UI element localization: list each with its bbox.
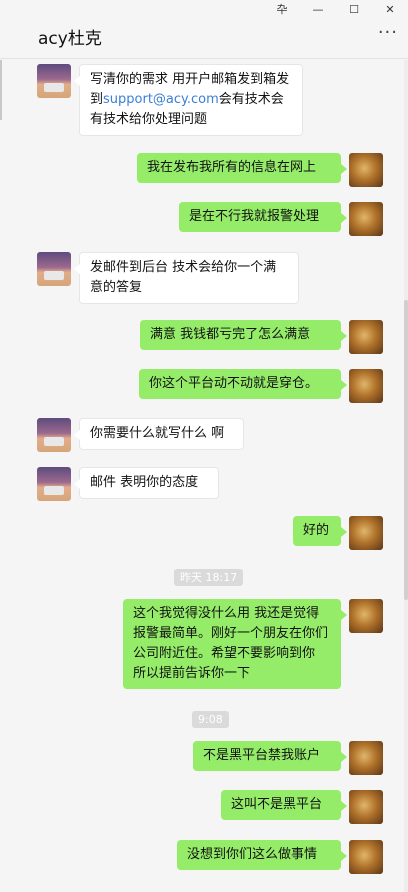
- message-bubble-outgoing[interactable]: 是在不行我就报警处理: [179, 202, 347, 232]
- message-text: 没想到你们这么做事情: [187, 847, 318, 862]
- message-text: 不是黑平台禁我账户: [203, 748, 321, 763]
- self-avatar[interactable]: [349, 840, 383, 874]
- minimize-icon[interactable]: —: [300, 0, 336, 20]
- message-bubble-incoming[interactable]: 你需要什么就写什么 啊: [74, 418, 244, 450]
- peer-avatar[interactable]: [37, 252, 71, 286]
- message-text: 这个我觉得没什么用 我还是觉得报警最简单。刚好一个朋友在你们公司附近住。希望不要…: [133, 606, 329, 681]
- message-text: 是在不行我就报警处理: [189, 209, 320, 224]
- message-text: 发邮件到后台 技术会给你一个满意的答复: [90, 260, 277, 295]
- self-avatar[interactable]: [349, 741, 383, 775]
- message-bubble-outgoing[interactable]: 好的: [293, 516, 347, 546]
- peer-avatar[interactable]: [37, 64, 71, 98]
- self-avatar[interactable]: [349, 153, 383, 187]
- more-options-icon[interactable]: ···: [378, 22, 398, 43]
- message-text: 满意 我钱都亏完了怎么满意: [150, 327, 311, 342]
- van-picture: [44, 437, 64, 446]
- message-bubble-outgoing[interactable]: 这叫不是黑平台: [221, 790, 347, 820]
- van-picture: [44, 83, 64, 92]
- message-bubble-outgoing[interactable]: 不是黑平台禁我账户: [193, 741, 347, 771]
- self-avatar[interactable]: [349, 202, 383, 236]
- pin-icon[interactable]: 卆: [264, 0, 300, 20]
- message-bubble-outgoing[interactable]: 我在发布我所有的信息在网上: [137, 153, 347, 183]
- peer-avatar[interactable]: [37, 418, 71, 452]
- peer-avatar[interactable]: [37, 467, 71, 501]
- maximize-icon[interactable]: ☐: [336, 0, 372, 20]
- message-text: 这叫不是黑平台: [231, 797, 323, 812]
- timestamp: 9:08: [192, 711, 229, 728]
- message-text: 你这个平台动不动就是穿仓。: [149, 376, 319, 391]
- message-text: 邮件 表明你的态度: [90, 475, 199, 490]
- self-avatar[interactable]: [349, 369, 383, 403]
- self-avatar[interactable]: [349, 516, 383, 550]
- email-link[interactable]: support@acy.com: [103, 92, 219, 107]
- self-avatar[interactable]: [349, 320, 383, 354]
- message-bubble-outgoing[interactable]: 你这个平台动不动就是穿仓。: [139, 369, 347, 399]
- message-bubble-outgoing[interactable]: 满意 我钱都亏完了怎么满意: [140, 320, 347, 350]
- chat-title: acy杜克: [38, 29, 102, 49]
- message-bubble-incoming[interactable]: 写清你的需求 用开户邮箱发到箱发到support@acy.com会有技术会有技术…: [74, 64, 303, 136]
- self-avatar[interactable]: [349, 599, 383, 633]
- close-icon[interactable]: ✕: [372, 0, 408, 20]
- message-text: 我在发布我所有的信息在网上: [147, 160, 317, 175]
- van-picture: [44, 271, 64, 280]
- scrollbar-thumb[interactable]: [404, 300, 408, 600]
- left-edge-bar: [0, 60, 2, 120]
- window-controls: 卆 — ☐ ✕: [264, 0, 408, 20]
- self-avatar[interactable]: [349, 790, 383, 824]
- message-text: 好的: [303, 523, 330, 538]
- chat-header: acy杜克 ···: [0, 18, 408, 58]
- message-bubble-incoming[interactable]: 邮件 表明你的态度: [74, 467, 219, 499]
- message-bubble-incoming[interactable]: 发邮件到后台 技术会给你一个满意的答复: [74, 252, 299, 304]
- message-text: 你需要什么就写什么 啊: [90, 426, 225, 441]
- timestamp: 昨天 18:17: [174, 569, 244, 586]
- message-bubble-outgoing[interactable]: 没想到你们这么做事情: [177, 840, 347, 870]
- van-picture: [44, 486, 64, 495]
- header-divider: [0, 58, 408, 59]
- message-bubble-outgoing[interactable]: 这个我觉得没什么用 我还是觉得报警最简单。刚好一个朋友在你们公司附近住。希望不要…: [123, 599, 347, 689]
